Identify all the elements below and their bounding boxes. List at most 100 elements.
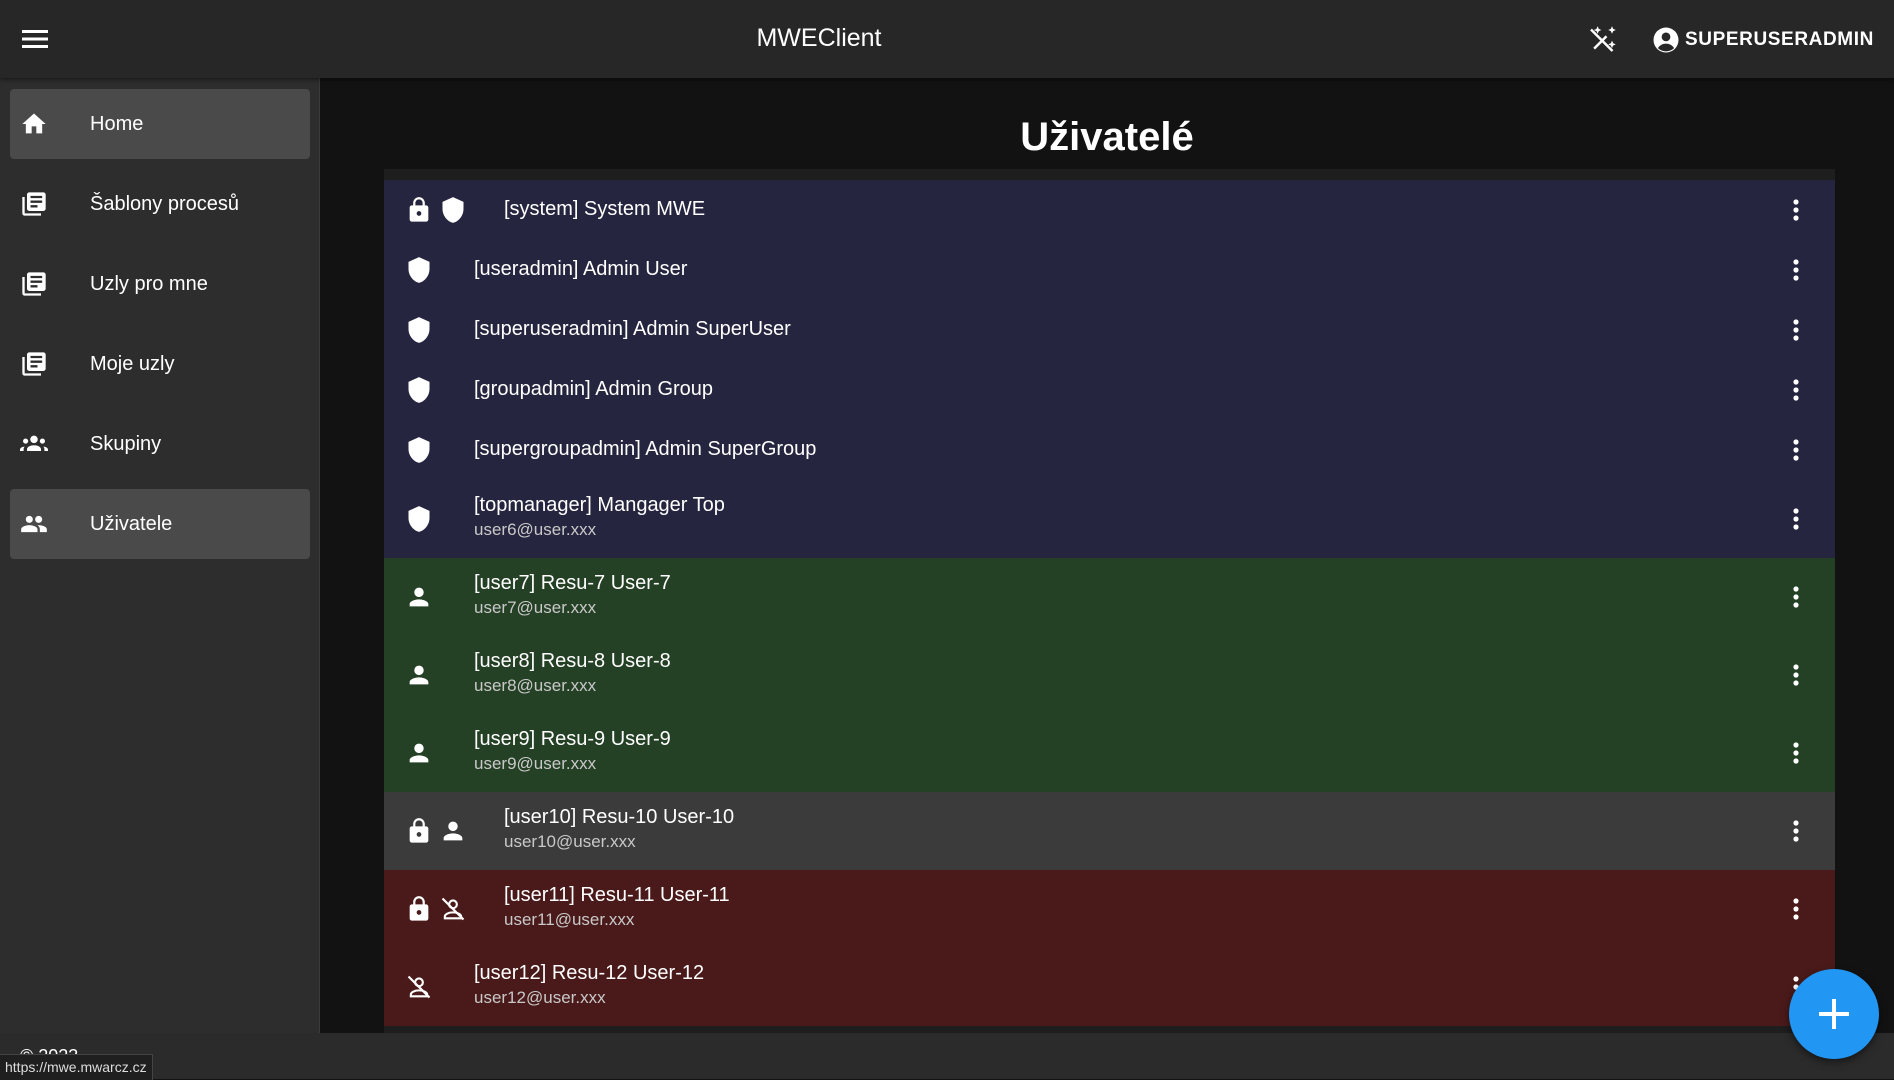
sidebar-item-home[interactable]: Home xyxy=(10,89,310,159)
row-menu-button[interactable] xyxy=(1781,894,1811,924)
user-email: user9@user.xxx xyxy=(474,754,597,773)
user-text: [groupadmin] Admin Group xyxy=(474,378,713,401)
user-row[interactable]: [superuseradmin] Admin SuperUser xyxy=(384,300,1835,360)
user-name: [user7] Resu-7 User-7 xyxy=(474,572,671,594)
user-status-icons xyxy=(405,505,433,533)
sidebar-item-label: Uživatele xyxy=(90,512,173,535)
theme-toggle-button[interactable] xyxy=(1585,23,1619,57)
footer xyxy=(0,1033,1894,1079)
more-vert-icon xyxy=(1793,199,1799,221)
sidebar-item-skupiny[interactable]: Skupiny xyxy=(10,409,310,479)
shield-icon xyxy=(408,257,430,283)
user-status-icons xyxy=(405,895,467,923)
user-email: user12@user.xxx xyxy=(474,988,606,1007)
people-icon xyxy=(21,515,47,533)
user-name: [groupadmin] Admin Group xyxy=(474,378,714,400)
user-status-icons xyxy=(405,316,433,344)
user-row[interactable]: [user12] Resu-12 User-12 user12@user.xxx xyxy=(384,948,1835,1026)
user-email: user6@user.xxx xyxy=(474,520,597,539)
user-text: [user12] Resu-12 User-12 user12@user.xxx xyxy=(474,962,704,1008)
shield-icon xyxy=(408,437,430,463)
add-user-button[interactable] xyxy=(1789,969,1879,1059)
row-menu-button[interactable] xyxy=(1781,255,1811,285)
shield-icon xyxy=(408,317,430,343)
user-text: [topmanager] Mangager Top user6@user.xxx xyxy=(474,494,725,540)
sidebar-item-uzivatele[interactable]: Uživatele xyxy=(10,489,310,559)
status-url: https://mwe.mwarcz.cz xyxy=(0,1054,153,1080)
user-row[interactable]: [user7] Resu-7 User-7 user7@user.xxx xyxy=(384,558,1835,636)
user-name: [system] System MWE xyxy=(504,198,706,220)
more-vert-icon xyxy=(1793,508,1799,530)
user-text: [superuseradmin] Admin SuperUser xyxy=(474,318,791,341)
sidebar-item-label: Moje uzly xyxy=(90,352,175,375)
more-vert-icon xyxy=(1793,742,1799,764)
user-status-icons xyxy=(405,583,433,611)
row-menu-button[interactable] xyxy=(1781,816,1811,846)
shield-icon xyxy=(408,377,430,403)
user-email: user8@user.xxx xyxy=(474,676,597,695)
user-text: [user7] Resu-7 User-7 user7@user.xxx xyxy=(474,572,671,618)
app-title: MWEClient xyxy=(756,24,882,52)
more-vert-icon xyxy=(1793,898,1799,920)
user-status-icons xyxy=(405,436,433,464)
username-label: SUPERUSERADMIN xyxy=(1685,29,1874,50)
user-row[interactable]: [user8] Resu-8 User-8 user8@user.xxx xyxy=(384,636,1835,714)
user-row[interactable]: [system] System MWE xyxy=(384,180,1835,240)
plus-icon xyxy=(1819,999,1849,1029)
lock-icon xyxy=(409,818,429,843)
more-vert-icon xyxy=(1793,259,1799,281)
user-status-icons xyxy=(405,196,467,224)
user-row[interactable]: [supergroupadmin] Admin SuperGroup xyxy=(384,420,1835,480)
sidebar-item-label: Uzly pro mne xyxy=(90,272,208,295)
user-text: [user10] Resu-10 User-10 user10@user.xxx xyxy=(504,806,734,852)
user-name: [user11] Resu-11 User-11 xyxy=(504,884,730,906)
user-status-icons xyxy=(405,376,433,404)
lock-icon xyxy=(409,197,429,222)
row-menu-button[interactable] xyxy=(1781,315,1811,345)
user-name: [user8] Resu-8 User-8 xyxy=(474,650,671,672)
user-row[interactable]: [useradmin] Admin User xyxy=(384,240,1835,300)
row-menu-button[interactable] xyxy=(1781,435,1811,465)
library-books-icon xyxy=(22,352,46,376)
page-title: Uživatelé xyxy=(1020,115,1194,159)
sidebar-item-uzly-pro-mne[interactable]: Uzly pro mne xyxy=(10,249,310,319)
user-name: [superuseradmin] Admin SuperUser xyxy=(474,318,791,340)
sidebar-item-moje-uzly[interactable]: Moje uzly xyxy=(10,329,310,399)
user-text: [user11] Resu-11 User-11 user11@user.xxx xyxy=(504,884,730,930)
row-menu-button[interactable] xyxy=(1781,504,1811,534)
user-row[interactable]: [groupadmin] Admin Group xyxy=(384,360,1835,420)
library-books-icon xyxy=(22,272,46,296)
person-icon xyxy=(409,743,429,763)
user-text: [supergroupadmin] Admin SuperGroup xyxy=(474,438,816,461)
user-status-icons xyxy=(405,661,433,689)
user-row[interactable]: [user11] Resu-11 User-11 user11@user.xxx xyxy=(384,870,1835,948)
user-status-icons xyxy=(405,973,433,1001)
more-vert-icon xyxy=(1793,379,1799,401)
row-menu-button[interactable] xyxy=(1781,738,1811,768)
row-menu-button[interactable] xyxy=(1781,660,1811,690)
row-menu-button[interactable] xyxy=(1781,375,1811,405)
row-menu-button[interactable] xyxy=(1781,195,1811,225)
home-icon xyxy=(22,113,46,134)
user-name: [user9] Resu-9 User-9 xyxy=(474,728,671,750)
row-menu-button[interactable] xyxy=(1781,582,1811,612)
auto-fix-off-icon xyxy=(1590,26,1616,52)
user-row[interactable]: [user10] Resu-10 User-10 user10@user.xxx xyxy=(384,792,1835,870)
app-bar: MWEClient SUPERUSERADMIN xyxy=(0,0,1894,78)
user-row[interactable]: [topmanager] Mangager Top user6@user.xxx xyxy=(384,480,1835,558)
user-menu-button[interactable]: SUPERUSERADMIN xyxy=(1651,22,1874,58)
user-email: user7@user.xxx xyxy=(474,598,597,617)
person-off-icon xyxy=(441,897,465,921)
sidebar-item-label: Šablony procesů xyxy=(90,192,239,215)
user-name: [user12] Resu-12 User-12 xyxy=(474,962,705,984)
account-circle-icon xyxy=(1653,27,1679,53)
shield-icon xyxy=(442,197,464,223)
sidebar-item-sablony-procesu[interactable]: Šablony procesů xyxy=(10,169,310,239)
person-icon xyxy=(409,587,429,607)
more-vert-icon xyxy=(1793,664,1799,686)
user-email: user10@user.xxx xyxy=(504,832,636,851)
user-text: [useradmin] Admin User xyxy=(474,258,687,281)
user-name: [useradmin] Admin User xyxy=(474,258,688,280)
more-vert-icon xyxy=(1793,319,1799,341)
user-row[interactable]: [user9] Resu-9 User-9 user9@user.xxx xyxy=(384,714,1835,792)
